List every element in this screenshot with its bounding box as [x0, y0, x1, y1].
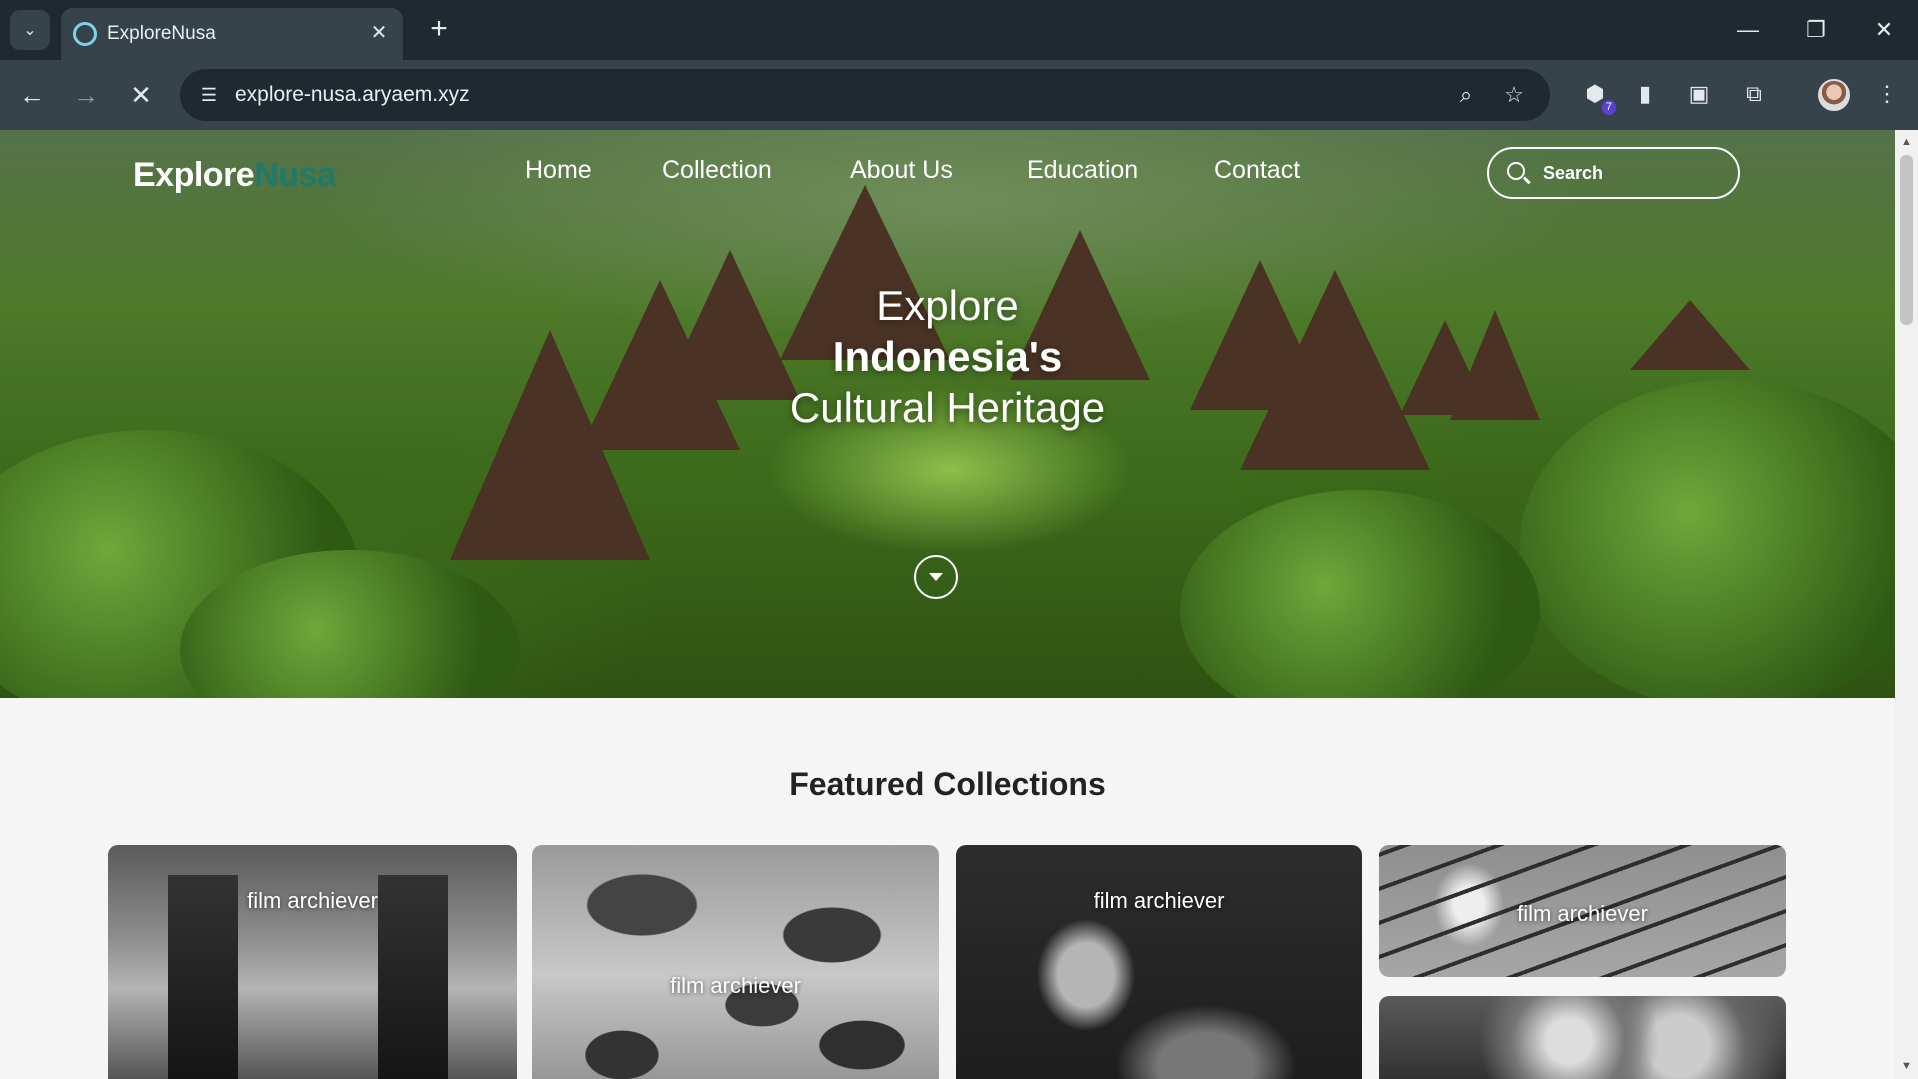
tree-cluster-mid-right — [1180, 490, 1540, 698]
tab-search-dropdown-icon[interactable]: ⌄ — [10, 10, 50, 50]
address-bar[interactable]: ☰ explore-nusa.aryaem.xyz ⌕ ☆ — [180, 69, 1550, 121]
logo-text-explore: Explore — [133, 156, 255, 194]
tab-title: ExploreNusa — [107, 23, 216, 44]
nav-about-us[interactable]: About Us — [850, 156, 953, 185]
scroll-down-chevron-icon[interactable] — [914, 555, 958, 599]
nav-education[interactable]: Education — [1027, 156, 1138, 185]
page-viewport: ExploreNusa Home Collection About Us Edu… — [0, 130, 1895, 1079]
extensions-puzzle-icon[interactable]: ⧉ — [1737, 77, 1771, 111]
site-logo[interactable]: ExploreNusa — [133, 156, 336, 195]
search-placeholder: Search — [1543, 163, 1604, 183]
card-label: film archiever — [1517, 901, 1648, 926]
hero-banner: ExploreNusa Home Collection About Us Edu… — [0, 130, 1895, 698]
browser-tab-bar: ⌄ ExploreNusa ✕ + — ❐ ✕ — [0, 0, 1918, 60]
url-text: explore-nusa.aryaem.xyz — [235, 83, 470, 106]
minimize-icon[interactable]: — — [1722, 10, 1774, 50]
card-label: film archiever — [247, 888, 378, 913]
profile-avatar[interactable] — [1818, 79, 1850, 111]
logo-text-nusa: Nusa — [254, 156, 336, 194]
new-tab-plus-icon[interactable]: + — [422, 14, 456, 48]
scroll-down-arrow-icon[interactable]: ▼ — [1900, 1060, 1913, 1073]
card-label: film archiever — [1093, 888, 1225, 913]
collection-card-dancers[interactable] — [1379, 996, 1786, 1079]
search-input[interactable]: Search — [1487, 147, 1740, 199]
restore-window-icon[interactable]: ❐ — [1790, 10, 1842, 50]
nav-collection[interactable]: Collection — [662, 156, 772, 185]
browser-menu-kebab-icon[interactable]: ⋮ — [1870, 77, 1904, 111]
site-info-tune-icon[interactable]: ☰ — [192, 78, 226, 112]
scroll-up-arrow-icon[interactable]: ▲ — [1900, 136, 1913, 149]
extension-badge: 7 — [1601, 100, 1616, 115]
page-scrollbar[interactable]: ▲ ▼ — [1895, 130, 1918, 1079]
back-arrow-icon[interactable]: ← — [13, 76, 51, 114]
forward-arrow-icon[interactable]: → — [67, 76, 105, 114]
zoom-icon[interactable]: ⌕ — [1450, 79, 1482, 111]
hero-title-line3: Cultural Heritage — [789, 384, 1106, 431]
browser-tab-active[interactable]: ExploreNusa ✕ — [61, 8, 403, 60]
featured-collections-heading: Featured Collections — [789, 766, 1106, 802]
nav-contact[interactable]: Contact — [1214, 156, 1300, 185]
hero-title-line1: Explore — [876, 282, 1019, 329]
tab-close-icon[interactable]: ✕ — [365, 19, 393, 47]
collection-card-bamboo-dance[interactable]: film archiever — [1379, 845, 1786, 977]
extension-chat-icon[interactable]: ▣ — [1682, 77, 1716, 111]
extension-puzzle-hex-icon[interactable]: ⬢ 7 — [1578, 77, 1616, 115]
stop-loading-icon[interactable]: ✕ — [122, 76, 160, 114]
hero-title-line2: Indonesia's — [832, 333, 1063, 380]
nav-home[interactable]: Home — [525, 156, 592, 185]
card-label: film archiever — [670, 973, 801, 998]
scroll-thumb[interactable] — [1900, 155, 1913, 325]
search-icon — [1507, 162, 1525, 180]
bookmark-star-icon[interactable]: ☆ — [1498, 79, 1530, 111]
collection-card-batik-artisan[interactable]: film archiever — [956, 845, 1362, 1079]
close-window-icon[interactable]: ✕ — [1858, 10, 1910, 50]
site-favicon-icon — [73, 22, 97, 46]
collection-card-islands[interactable]: film archiever — [532, 845, 939, 1079]
extension-clipboard-icon[interactable]: ▮ — [1628, 77, 1662, 111]
collection-card-temple-gate[interactable]: film archiever — [108, 845, 517, 1079]
